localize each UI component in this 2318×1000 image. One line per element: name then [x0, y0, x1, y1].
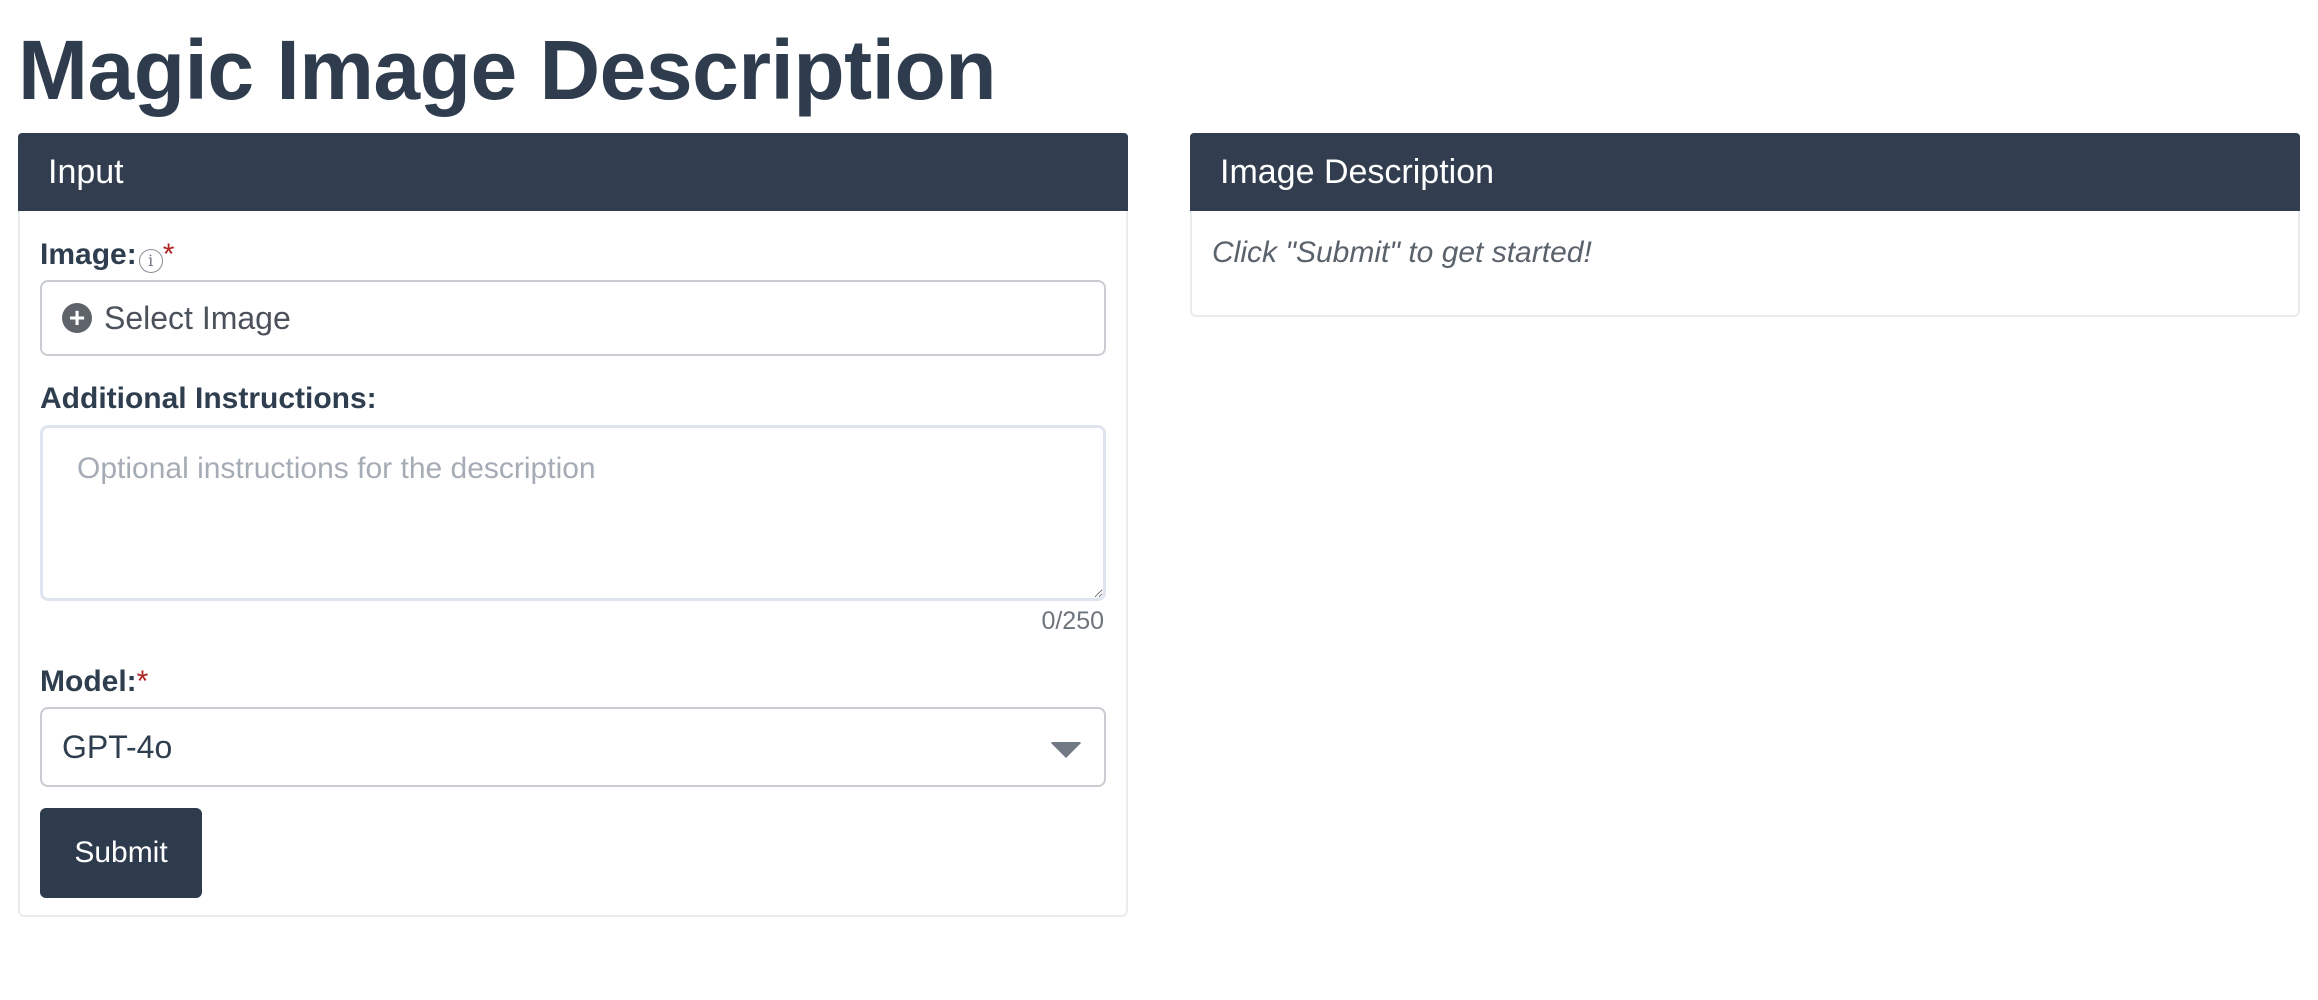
image-required-mark: * [162, 238, 175, 271]
model-required-mark: * [136, 665, 149, 698]
image-label-text: Image: [40, 238, 137, 271]
model-selected-value: GPT-4o [62, 728, 173, 765]
output-panel-header: Image Description [1190, 133, 2300, 211]
char-count: 0/250 [1041, 607, 1104, 635]
instructions-textarea[interactable] [40, 425, 1106, 601]
instructions-field-label: Additional Instructions: [40, 379, 377, 419]
plus-circle-icon: + [62, 303, 92, 333]
chevron-down-icon [1050, 742, 1082, 758]
input-panel: Input Image: i * + Select Image Additional… [18, 133, 1128, 917]
select-image-button[interactable]: + Select Image [40, 280, 1106, 356]
output-panel: Image Description Click "Submit" to get … [1190, 133, 2300, 317]
select-image-label: Select Image [104, 299, 291, 336]
model-label-text: Model: [40, 665, 137, 698]
instructions-label-text: Additional Instructions: [40, 382, 377, 415]
page: Magic Image Description Input Image: i * +… [0, 0, 2318, 1000]
image-field-label: Image: i * [40, 235, 174, 275]
page-title: Magic Image Description [18, 23, 997, 117]
output-message: Click "Submit" to get started! [1212, 236, 1592, 269]
submit-button[interactable]: Submit [40, 808, 202, 898]
input-panel-header: Input [18, 133, 1128, 211]
model-field-label: Model:* [40, 662, 148, 702]
model-select[interactable]: GPT-4o [40, 707, 1106, 787]
info-icon[interactable]: i [138, 249, 163, 273]
